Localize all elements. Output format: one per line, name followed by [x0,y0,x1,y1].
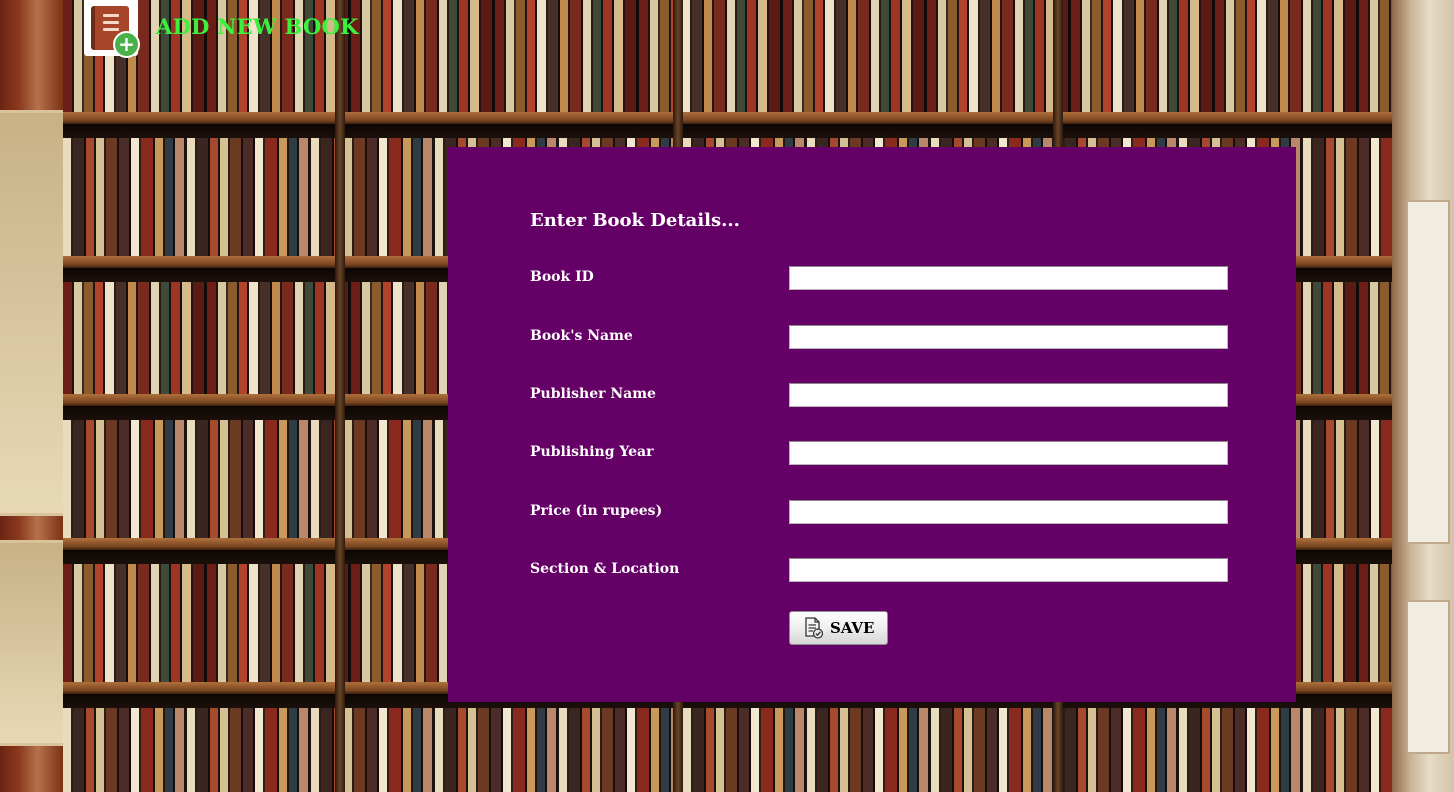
background-door [0,110,66,516]
save-document-icon [805,617,824,639]
publishing-year-label: Publishing Year [530,444,654,460]
price-input[interactable] [789,500,1228,524]
save-button-label: SAVE [830,619,875,637]
section-location-input[interactable] [789,558,1228,582]
background-door-lower [0,540,66,746]
background-right-wall [1392,0,1454,792]
publishing-year-input[interactable] [789,441,1228,465]
section-location-label: Section & Location [530,561,680,577]
book-name-label: Book's Name [530,328,633,344]
plus-icon: + [113,31,140,58]
book-id-input[interactable] [789,266,1228,290]
publisher-name-input[interactable] [789,383,1228,407]
publisher-name-label: Publisher Name [530,386,656,402]
book-details-form: Enter Book Details... Book ID Book's Nam… [448,147,1296,702]
add-book-icon: + [84,0,140,58]
save-button[interactable]: SAVE [789,611,888,645]
book-name-input[interactable] [789,325,1228,349]
page-title: ADD NEW BOOK [156,14,359,39]
book-id-label: Book ID [530,269,594,285]
background-left-wall [0,0,66,792]
price-label: Price (in rupees) [530,503,663,519]
form-heading: Enter Book Details... [530,210,740,231]
